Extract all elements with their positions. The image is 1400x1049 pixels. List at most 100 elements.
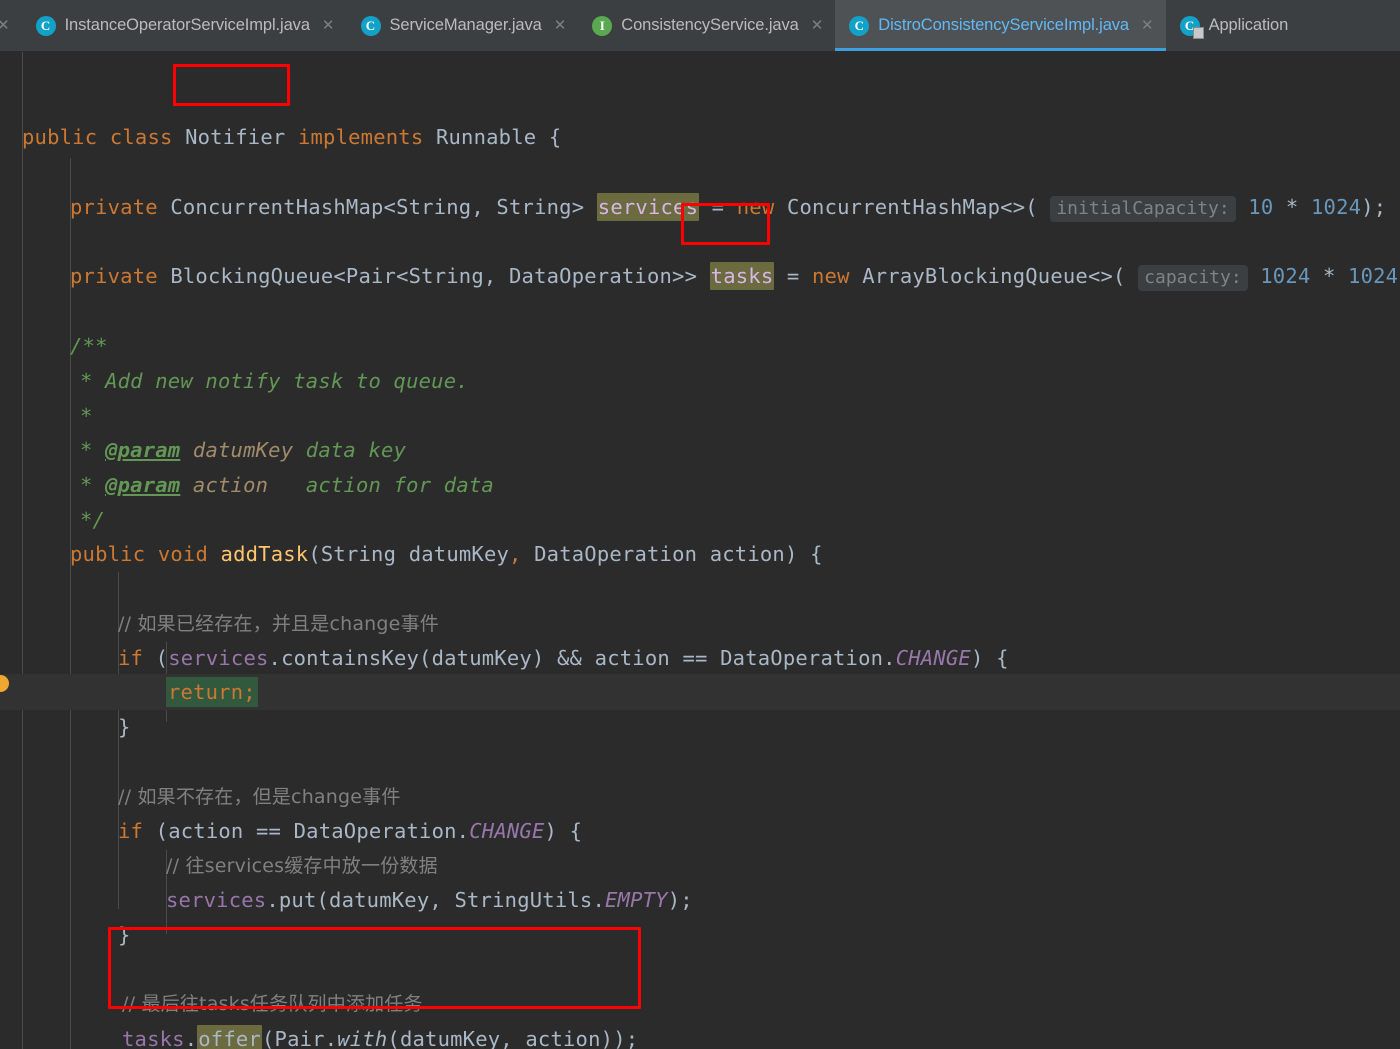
keyword-private: private: [70, 195, 158, 219]
code-line-if-change: if (action == DataOperation.CHANGE) {: [118, 813, 582, 849]
editor-tab-bar[interactable]: ✕ C InstanceOperatorServiceImpl.java ✕ C…: [0, 0, 1400, 52]
statement-end: );: [667, 888, 693, 912]
param-type: DataOperation: [534, 542, 698, 566]
inlay-parameter-hint[interactable]: capacity:: [1138, 265, 1248, 291]
tab-instanceoperatorserviceimpl[interactable]: C InstanceOperatorServiceImpl.java ✕: [22, 0, 347, 51]
param-name: action: [709, 542, 785, 566]
enum-class: DataOperation.: [293, 819, 470, 843]
field-type: ConcurrentHashMap<String, String>: [170, 195, 585, 219]
javadoc-star: *: [80, 473, 93, 497]
code-line-tasks-offer: tasks.offer(Pair.with(datumKey, action))…: [122, 1021, 638, 1049]
param-name: datumKey: [408, 542, 510, 566]
tab-label: ServiceManager.java: [389, 16, 542, 34]
code-line-if-contains-key: if (services.containsKey(datumKey) && ac…: [118, 640, 1009, 676]
tab-clipped-left[interactable]: ✕: [0, 0, 22, 51]
tab-servicemanager[interactable]: C ServiceManager.java ✕: [347, 0, 579, 51]
java-class-icon: C: [35, 15, 56, 36]
code-line-javadoc-blank: *: [80, 404, 93, 428]
constant-empty: EMPTY: [605, 888, 668, 912]
tab-label: ConsistencyService.java: [621, 16, 799, 34]
javadoc-param-name: datumKey: [192, 438, 294, 462]
java-class-icon: C: [1179, 15, 1204, 39]
paren-close: ): [544, 819, 558, 843]
paren-close: ): [970, 646, 984, 670]
comma: ,: [509, 542, 522, 566]
statement-end: );: [1361, 195, 1387, 219]
code-line-javadoc-param-datumkey: * @param datumKey data key: [80, 432, 406, 468]
close-icon[interactable]: ✕: [811, 18, 824, 33]
field-name-tasks: tasks: [709, 262, 775, 290]
pair-class: Pair.: [274, 1027, 338, 1049]
inlay-parameter-hint[interactable]: initialCapacity:: [1050, 196, 1236, 222]
equality-operator: ==: [682, 646, 708, 670]
pair-method-with: with: [337, 1027, 388, 1049]
interface-name: Runnable: [435, 125, 537, 149]
variable-action: action: [594, 646, 670, 670]
code-line-close-brace-if1: }: [118, 715, 131, 739]
number-literal: 1024: [1311, 195, 1362, 219]
brace-open: {: [569, 819, 583, 843]
tab-label: Application: [1208, 16, 1289, 34]
paren-open: (: [155, 646, 169, 670]
javadoc-star: *: [80, 369, 93, 393]
multiply-operator: *: [1285, 195, 1299, 219]
code-line-comment-exists: // 如果已经存在，并且是change事件: [118, 613, 439, 635]
java-class-icon: C: [360, 15, 381, 36]
tab-application[interactable]: C Application: [1166, 0, 1301, 51]
brace-open: {: [996, 646, 1009, 670]
tab-consistencyservice[interactable]: I ConsistencyService.java ✕: [578, 0, 835, 51]
param-type: String: [320, 542, 397, 566]
code-line-javadoc-summary: * Add new notify task to queue.: [80, 363, 469, 399]
method-name-addtask: addTask: [220, 542, 309, 566]
field-name-services: services: [596, 193, 700, 221]
method-call-containskey: .containsKey(datumKey): [268, 646, 545, 670]
enum-class: DataOperation.: [720, 646, 896, 670]
keyword-public: public: [70, 542, 146, 566]
javadoc-param-name: action: [192, 473, 269, 497]
tab-distroconsistencyserviceimpl[interactable]: C DistroConsistencyServiceImpl.java ✕: [835, 0, 1166, 51]
return-statement: return;: [166, 677, 258, 707]
code-line-return: return;: [166, 674, 258, 710]
code-line-javadoc-open: /**: [70, 334, 108, 358]
class-name: Notifier: [185, 125, 286, 149]
assign-operator: =: [786, 264, 800, 288]
number-literal: 1024: [1260, 264, 1311, 288]
close-icon[interactable]: ✕: [554, 18, 567, 33]
constructor-call: ArrayBlockingQueue<>(: [862, 264, 1126, 288]
code-line-comment-cache-put: // 往services缓存中放一份数据: [166, 855, 438, 877]
close-icon[interactable]: ✕: [322, 18, 335, 33]
logical-and-operator: &&: [557, 646, 583, 670]
code-line-class-declaration: public class Notifier implements Runnabl…: [22, 119, 561, 155]
code-line-javadoc-close: */: [80, 508, 106, 532]
statement-end: );: [613, 1027, 639, 1049]
constructor-call: ConcurrentHashMap<>(: [786, 195, 1038, 219]
method-arguments: (datumKey, action): [387, 1027, 614, 1049]
utility-class: StringUtils.: [454, 888, 605, 912]
field-reference-services: services: [166, 888, 267, 912]
keyword-new: new: [736, 195, 775, 219]
paren-open: (: [308, 542, 321, 566]
code-line-javadoc-param-action: * @param action action for data: [80, 467, 494, 503]
field-reference-services: services: [168, 646, 269, 670]
paren-open: (: [155, 819, 169, 843]
multiply-operator: *: [1322, 264, 1336, 288]
javadoc-tag-param: @param: [105, 438, 181, 462]
java-class-icon: C: [849, 15, 870, 36]
close-icon[interactable]: ✕: [1141, 18, 1154, 33]
close-icon[interactable]: ✕: [0, 18, 10, 33]
javadoc-star: *: [80, 438, 93, 462]
keyword-void: void: [157, 542, 208, 566]
dot-operator: .: [184, 1027, 198, 1049]
tab-label: DistroConsistencyServiceImpl.java: [878, 16, 1129, 34]
brace-open: {: [548, 125, 562, 149]
code-editor[interactable]: public class Notifier implements Runnabl…: [0, 52, 1400, 1049]
enum-constant-change: CHANGE: [895, 646, 971, 670]
indent-guide: [22, 52, 23, 1049]
code-line-method-signature: public void addTask(String datumKey, Dat…: [70, 536, 823, 572]
paren-open: (: [261, 1027, 275, 1049]
assign-operator: =: [711, 195, 725, 219]
javadoc-summary-text: Add new notify task to queue.: [105, 369, 469, 393]
code-line-field-services: private ConcurrentHashMap<String, String…: [70, 189, 1386, 225]
code-line-comment-not-exists: // 如果不存在，但是change事件: [118, 786, 401, 808]
number-literal: 1024: [1348, 264, 1399, 288]
